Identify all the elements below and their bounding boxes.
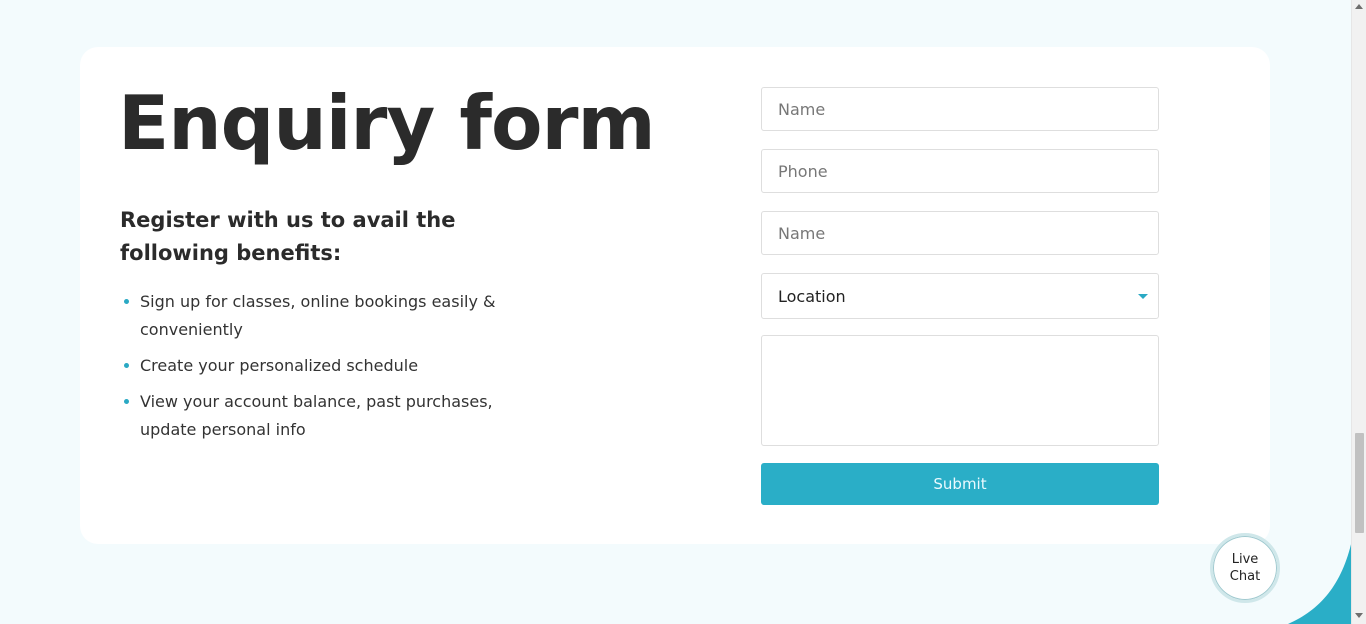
phone-input[interactable] [761, 149, 1159, 193]
vertical-scrollbar[interactable] [1351, 0, 1366, 624]
scroll-up-arrow-icon[interactable] [1355, 4, 1363, 9]
scroll-down-arrow-icon[interactable] [1355, 613, 1363, 618]
submit-button[interactable]: Submit [761, 463, 1159, 505]
message-textarea[interactable] [761, 335, 1159, 446]
scrollbar-thumb[interactable] [1355, 433, 1364, 533]
chevron-down-icon [1138, 294, 1148, 299]
bullet-icon [124, 399, 129, 404]
benefit-text: View your account balance, past purchase… [140, 392, 493, 439]
page-title: Enquiry form [118, 79, 656, 167]
benefits-heading: Register with us to avail the following … [120, 208, 456, 265]
name-input-secondary[interactable] [761, 211, 1159, 255]
name-input[interactable] [761, 87, 1159, 131]
list-item: View your account balance, past purchase… [120, 388, 520, 444]
benefit-text: Create your personalized schedule [140, 356, 419, 375]
live-chat-label-line1: Live [1231, 552, 1259, 567]
bullet-icon [124, 299, 129, 304]
live-chat-label-line2: Chat [1229, 569, 1261, 584]
list-item: Create your personalized schedule [120, 352, 520, 380]
location-select-value: Location [778, 286, 846, 306]
benefit-text: Sign up for classes, online bookings eas… [140, 292, 496, 339]
location-select[interactable]: Location [761, 273, 1159, 319]
live-chat-button[interactable]: Live Chat [1210, 533, 1280, 603]
list-item: Sign up for classes, online bookings eas… [120, 288, 520, 344]
decorative-wave-shape [1288, 540, 1352, 624]
bullet-icon [124, 363, 129, 368]
benefits-list: Sign up for classes, online bookings eas… [120, 288, 520, 452]
